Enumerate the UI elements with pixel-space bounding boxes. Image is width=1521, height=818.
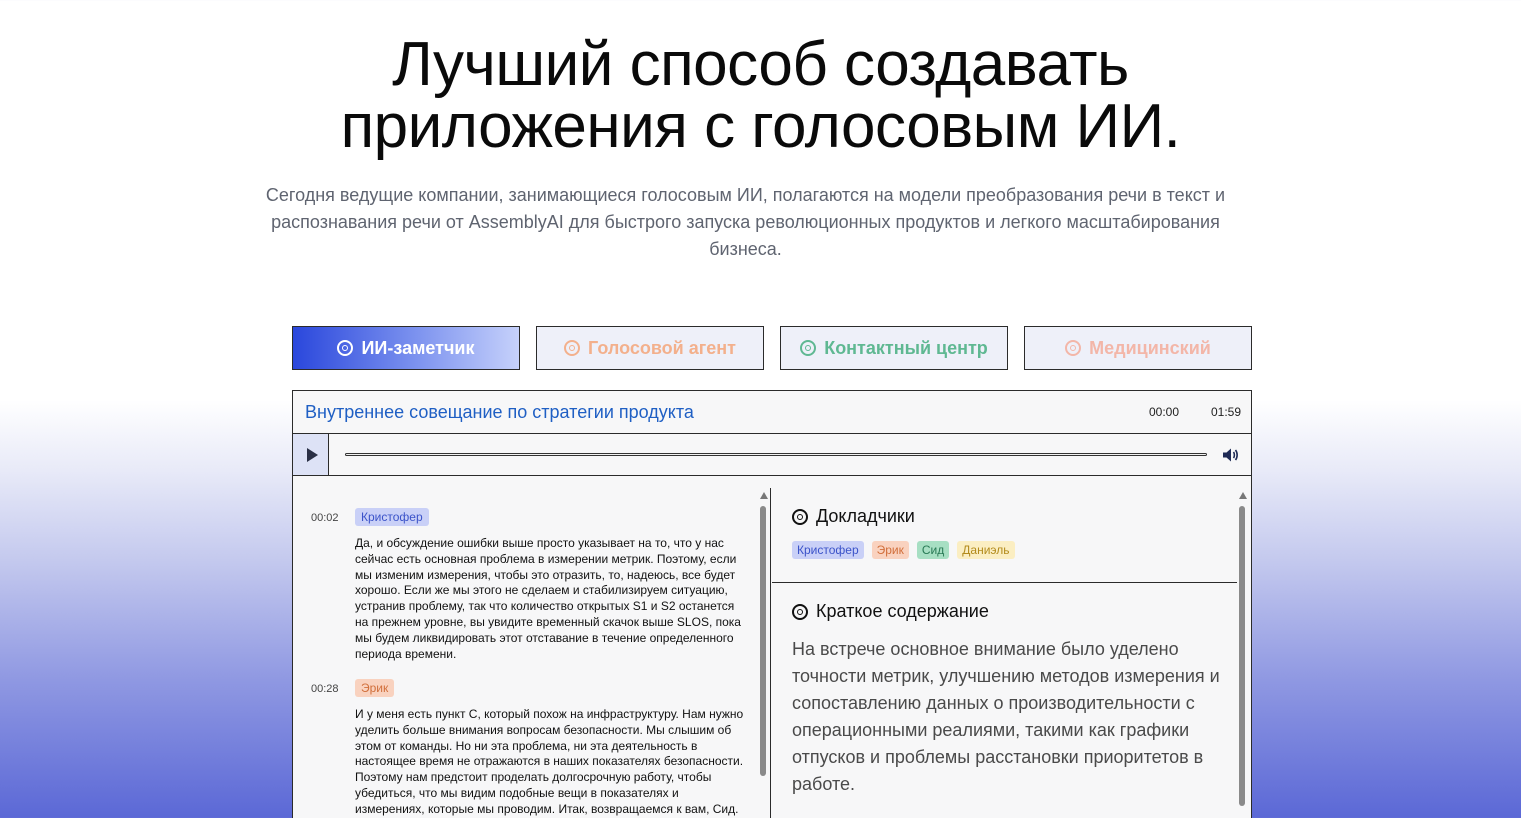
tab-contact-center[interactable]: Контактный центр (780, 326, 1008, 370)
audio-player (293, 434, 1251, 476)
scrollbar-thumb[interactable] (760, 506, 766, 776)
insights-scrollbar[interactable] (1237, 488, 1249, 818)
total-duration: 01:59 (1211, 405, 1242, 419)
meeting-title: Внутреннее совещание по стратегии продук… (305, 401, 694, 422)
tab-label: ИИ-заметчик (361, 337, 475, 358)
tab-label: Голосовой агент (588, 337, 736, 358)
speaker-chip: Сид (916, 541, 950, 559)
speaker-chip: Кристофер (792, 541, 864, 559)
panel-header: Внутреннее совещание по стратегии продук… (293, 391, 1251, 434)
speaker-list: Кристофер Эрик Сид Даниэль (792, 541, 1015, 559)
scroll-up-arrow-icon[interactable] (1239, 492, 1247, 499)
scroll-up-arrow-icon[interactable] (760, 492, 768, 499)
utterance-time: 00:02 (311, 512, 339, 524)
target-icon (800, 340, 817, 356)
tab-medical[interactable]: Медицинский (1024, 326, 1252, 370)
audio-progress-track[interactable] (345, 453, 1207, 456)
tab-voice-agent[interactable]: Голосовой агент (536, 326, 764, 370)
play-button[interactable] (293, 434, 329, 475)
scrollbar-thumb[interactable] (1239, 506, 1245, 806)
tab-label: Медицинский (1089, 337, 1211, 358)
speakers-heading-label: Докладчики (816, 506, 915, 526)
target-icon (792, 508, 808, 525)
demo-panel: Внутреннее совещание по стратегии продук… (292, 390, 1252, 818)
panel-body: 00:02 Кристофер Да, и обсуждение ошибки … (293, 488, 1251, 818)
summary-heading-label: Краткое содержание (816, 601, 989, 621)
utterance-text: Да, и обсуждение ошибки выше просто указ… (355, 536, 741, 661)
utterance-text: И у меня есть пункт С, который похож на … (355, 707, 744, 818)
speaker-tag: Кристофер (355, 508, 429, 526)
current-time: 00:00 (1149, 405, 1180, 419)
utterance-time: 00:28 (311, 683, 339, 695)
speaker-tag: Эрик (355, 679, 395, 697)
transcript-pane: 00:02 Кристофер Да, и обсуждение ошибки … (293, 488, 771, 818)
target-icon (1065, 340, 1082, 356)
hero-title-line-1: Лучший способ создавать (392, 30, 1129, 99)
summary-text: На встрече основное внимание было уделен… (792, 639, 1220, 794)
target-icon (564, 340, 581, 356)
section-divider (772, 582, 1237, 583)
hero-title: Лучший способ создавать приложения с гол… (0, 34, 1521, 158)
summary-heading: Краткое содержание (792, 601, 989, 622)
use-case-tabs: ИИ-заметчик Голосовой агент Контактный ц… (292, 326, 1252, 370)
speakers-heading: Докладчики (792, 506, 915, 527)
insights-pane: Докладчики Кристофер Эрик Сид Даниэль Кр… (772, 488, 1251, 818)
transcript-scrollbar[interactable] (758, 488, 770, 818)
speaker-chip: Эрик (871, 541, 909, 559)
hero-title-line-2: приложения с голосовым ИИ. (340, 92, 1181, 161)
target-icon (337, 340, 354, 356)
target-icon (792, 603, 808, 620)
tab-label: Контактный центр (824, 337, 988, 358)
volume-icon[interactable] (1221, 446, 1239, 464)
tab-ai-notetaker[interactable]: ИИ-заметчик (292, 326, 520, 370)
speaker-chip: Даниэль (957, 541, 1015, 559)
hero-subtitle: Сегодня ведущие компании, занимающиеся г… (265, 185, 1226, 259)
